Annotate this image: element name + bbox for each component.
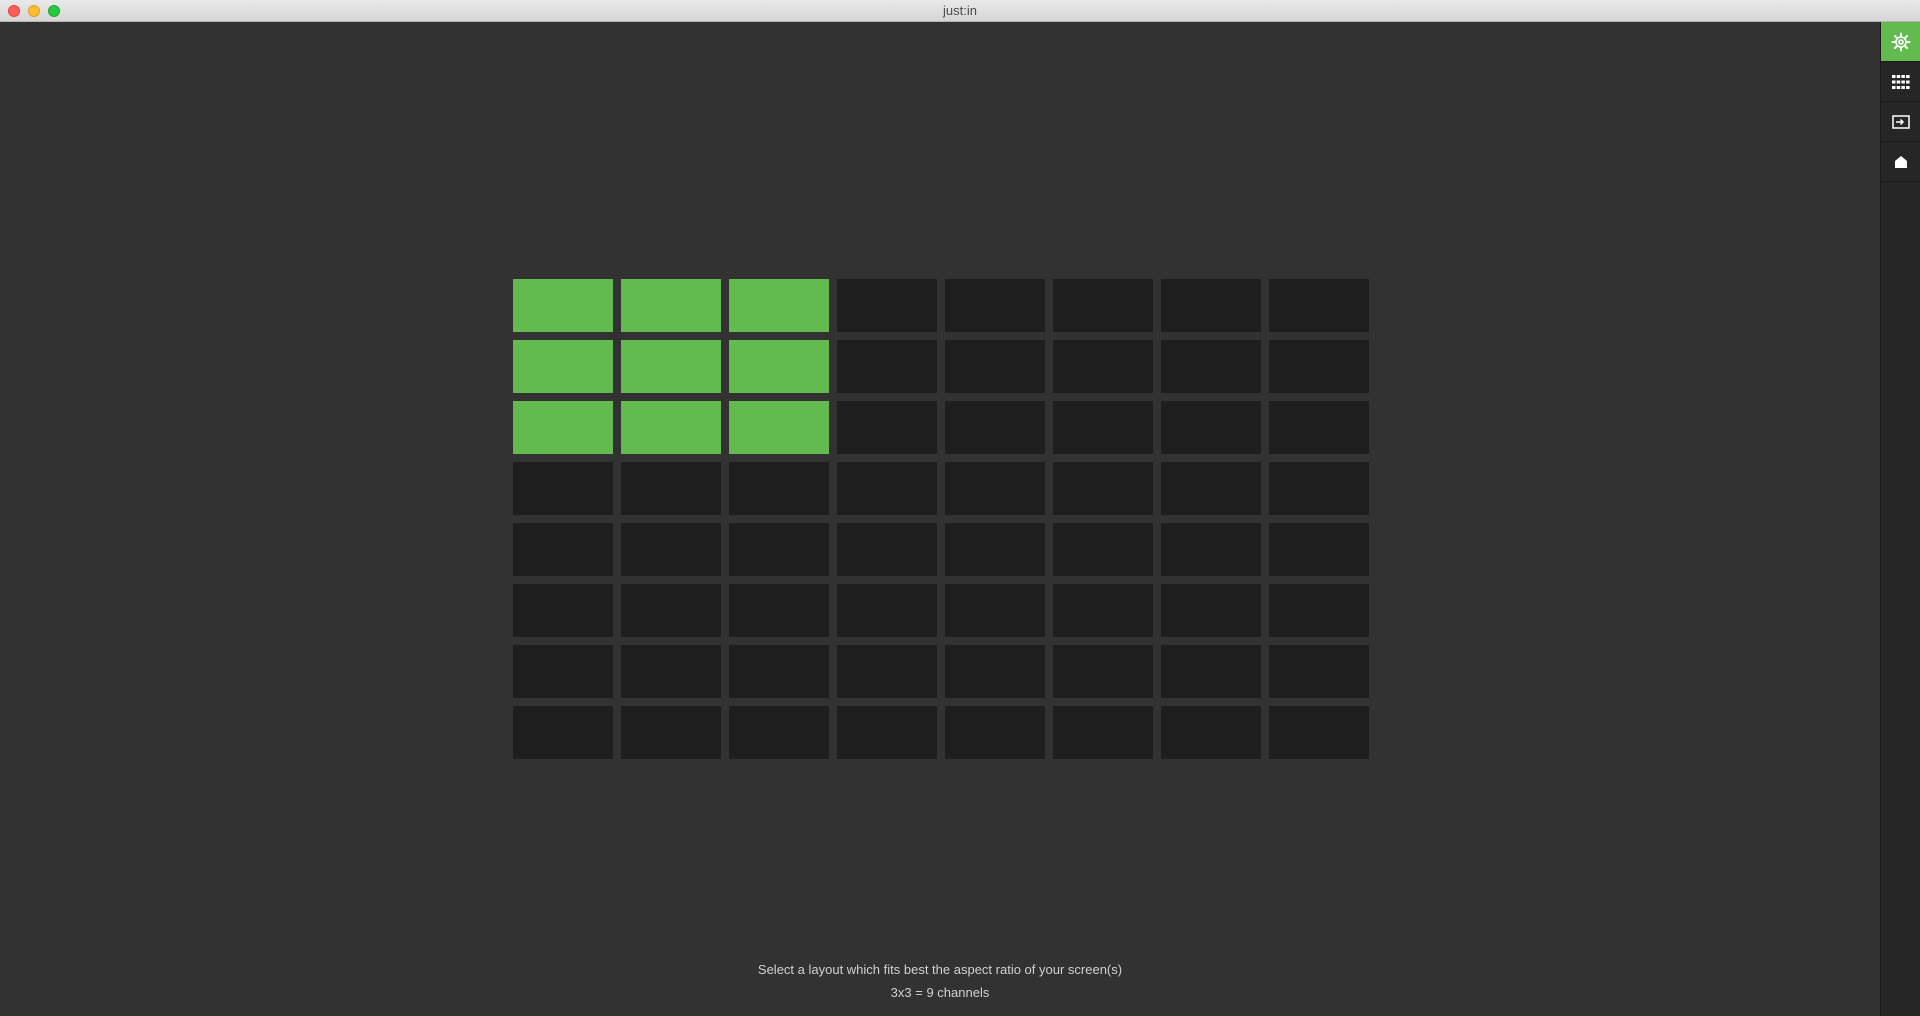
layout-cell-7x6[interactable] (1053, 645, 1153, 698)
layout-cell-4x1[interactable] (513, 462, 613, 515)
layout-cell-7x1[interactable] (513, 645, 613, 698)
app-window: just:in Select a layout which fits best … (0, 0, 1920, 1016)
layout-summary: 3x3 = 9 channels (890, 985, 990, 1000)
layout-cell-5x7[interactable] (1161, 523, 1261, 576)
layout-cell-1x5[interactable] (945, 279, 1045, 332)
layout-cell-3x8[interactable] (1269, 401, 1369, 454)
layout-cell-5x6[interactable] (1053, 523, 1153, 576)
layout-cell-3x7[interactable] (1161, 401, 1261, 454)
layout-cell-2x6[interactable] (1053, 340, 1153, 393)
layout-cell-6x8[interactable] (1269, 584, 1369, 637)
layout-grid (513, 279, 1369, 759)
layout-cell-3x1[interactable] (513, 401, 613, 454)
layout-cell-3x4[interactable] (837, 401, 937, 454)
layout-cell-8x1[interactable] (513, 706, 613, 759)
layout-cell-2x1[interactable] (513, 340, 613, 393)
layout-cell-8x3[interactable] (729, 706, 829, 759)
layout-cell-8x5[interactable] (945, 706, 1045, 759)
grid-icon (1892, 74, 1910, 89)
layout-cell-1x7[interactable] (1161, 279, 1261, 332)
layout-cell-6x6[interactable] (1053, 584, 1153, 637)
layout-cell-6x1[interactable] (513, 584, 613, 637)
layout-cell-6x2[interactable] (621, 584, 721, 637)
layout-cell-5x3[interactable] (729, 523, 829, 576)
layout-cell-6x3[interactable] (729, 584, 829, 637)
layout-cell-2x2[interactable] (621, 340, 721, 393)
layout-cell-1x6[interactable] (1053, 279, 1153, 332)
layout-cell-2x8[interactable] (1269, 340, 1369, 393)
layout-cell-7x8[interactable] (1269, 645, 1369, 698)
layout-cell-4x5[interactable] (945, 462, 1045, 515)
layout-cell-4x4[interactable] (837, 462, 937, 515)
layout-button[interactable] (1881, 62, 1920, 102)
layout-cell-5x1[interactable] (513, 523, 613, 576)
home-button[interactable] (1881, 142, 1920, 182)
layout-cell-8x8[interactable] (1269, 706, 1369, 759)
layout-cell-3x3[interactable] (729, 401, 829, 454)
layout-cell-8x7[interactable] (1161, 706, 1261, 759)
home-icon (1895, 155, 1907, 168)
right-sidebar (1880, 22, 1920, 1016)
input-button[interactable] (1881, 102, 1920, 142)
layout-cell-5x5[interactable] (945, 523, 1045, 576)
layout-cell-4x2[interactable] (621, 462, 721, 515)
layout-cell-1x4[interactable] (837, 279, 937, 332)
layout-cell-2x5[interactable] (945, 340, 1045, 393)
layout-cell-1x8[interactable] (1269, 279, 1369, 332)
layout-cell-6x7[interactable] (1161, 584, 1261, 637)
layout-cell-5x4[interactable] (837, 523, 937, 576)
layout-cell-3x2[interactable] (621, 401, 721, 454)
layout-cell-3x6[interactable] (1053, 401, 1153, 454)
layout-cell-2x4[interactable] (837, 340, 937, 393)
window-title: just:in (943, 3, 977, 18)
layout-cell-8x6[interactable] (1053, 706, 1153, 759)
layout-cell-7x2[interactable] (621, 645, 721, 698)
layout-cell-4x8[interactable] (1269, 462, 1369, 515)
layout-cell-4x3[interactable] (729, 462, 829, 515)
gear-icon (1891, 32, 1911, 51)
layout-cell-5x8[interactable] (1269, 523, 1369, 576)
layout-cell-3x5[interactable] (945, 401, 1045, 454)
layout-cell-2x3[interactable] (729, 340, 829, 393)
layout-cell-6x5[interactable] (945, 584, 1045, 637)
instruction-text: Select a layout which fits best the aspe… (757, 962, 1123, 977)
layout-cell-1x1[interactable] (513, 279, 613, 332)
layout-cell-7x4[interactable] (837, 645, 937, 698)
layout-cell-7x5[interactable] (945, 645, 1045, 698)
layout-cell-4x6[interactable] (1053, 462, 1153, 515)
layout-cell-5x2[interactable] (621, 523, 721, 576)
layout-cell-8x2[interactable] (621, 706, 721, 759)
layout-cell-7x7[interactable] (1161, 645, 1261, 698)
layout-cell-4x7[interactable] (1161, 462, 1261, 515)
layout-cell-7x3[interactable] (729, 645, 829, 698)
settings-button[interactable] (1881, 22, 1920, 62)
layout-cell-8x4[interactable] (837, 706, 937, 759)
layout-cell-1x2[interactable] (621, 279, 721, 332)
layout-cell-2x7[interactable] (1161, 340, 1261, 393)
layout-cell-6x4[interactable] (837, 584, 937, 637)
layout-cell-1x3[interactable] (729, 279, 829, 332)
input-icon (1892, 114, 1910, 129)
title-bar: just:in (0, 0, 1920, 22)
